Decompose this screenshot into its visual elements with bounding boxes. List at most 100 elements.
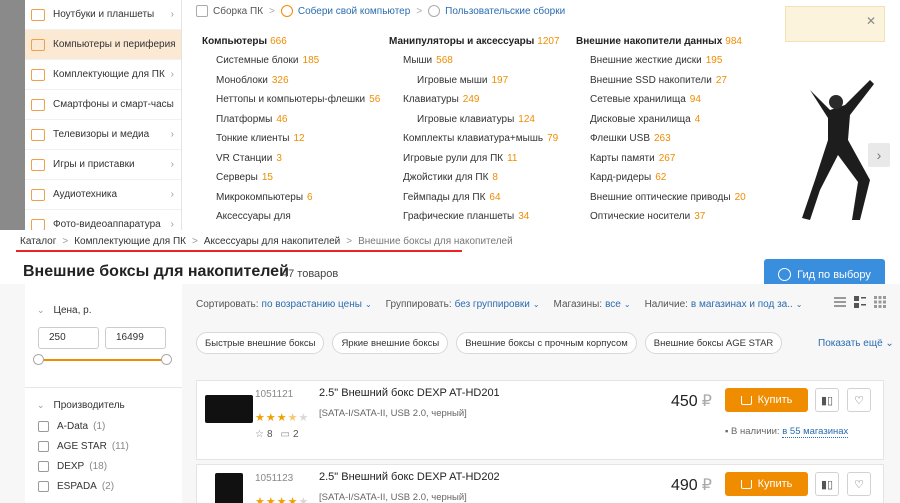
price-filter-title[interactable]: ⌄ Цена, р.	[37, 305, 92, 316]
catalog-menu-item[interactable]: Аудиотехника ›	[25, 180, 181, 210]
chip-rugged-boxes[interactable]: Внешние боксы с прочным корпусом	[456, 332, 637, 354]
product-price: 450 ₽	[671, 391, 712, 411]
checkbox[interactable]	[38, 441, 49, 452]
menu-subcategory-link[interactable]: Тонкие клиенты 12	[202, 129, 380, 149]
availability-dropdown[interactable]: в магазинах и под за..	[691, 299, 793, 310]
manufacturer-checkbox[interactable]: AGE STAR (11)	[38, 441, 129, 452]
menu-subcategory-link[interactable]: Платформы 46	[202, 110, 380, 130]
menu-subcategory-link[interactable]: Карты памяти 267	[576, 149, 746, 169]
product-count: 47 товаров	[282, 268, 339, 280]
compare-button[interactable]: ▮▯	[815, 388, 839, 412]
product-name[interactable]: 2.5" Внешний бокс DEXP AT-HD201	[319, 387, 500, 399]
product-image[interactable]	[205, 395, 253, 423]
catalog-menu-item[interactable]: Комплектующие для ПК ›	[25, 60, 181, 90]
catalog-menu-item[interactable]: Компьютеры и периферия ›	[25, 30, 181, 60]
product-name[interactable]: 2.5" Внешний бокс DEXP AT-HD202	[319, 471, 500, 483]
breadcrumb-catalog[interactable]: Каталог	[20, 236, 56, 247]
build-pc-link[interactable]: Сборка ПК	[213, 6, 263, 17]
catalog-menu-item[interactable]: Ноутбуки и планшеты ›	[25, 0, 181, 30]
comments-count[interactable]: 2	[293, 429, 299, 440]
breadcrumb-pc-components[interactable]: Комплектующие для ПК	[74, 236, 186, 247]
menu-subcategory-link[interactable]: Игровые рули для ПК 11	[389, 149, 560, 169]
list-view-icon[interactable]	[834, 296, 846, 308]
manufacturer-filter-title[interactable]: ⌄ Производитель	[37, 400, 125, 411]
detailed-view-icon[interactable]	[854, 296, 866, 308]
availability-stores-link[interactable]: в 55 магазинах	[782, 426, 849, 438]
menu-subcategory-link[interactable]: Флешки USB 263	[576, 129, 746, 149]
chip-agestar-boxes[interactable]: Внешние боксы AGE STAR	[644, 332, 783, 354]
reviews-count[interactable]: 8	[267, 429, 273, 440]
menu-subcategory-link[interactable]: Игровые мыши 197	[389, 71, 560, 91]
menu-subcategory-link[interactable]: Джойстики для ПК 8	[389, 168, 560, 188]
chevron-right-icon: ›	[170, 99, 174, 110]
menu-subcategory-link[interactable]: Внешние жесткие диски 195	[576, 51, 746, 71]
checkbox[interactable]	[38, 421, 49, 432]
checkbox[interactable]	[38, 461, 49, 472]
wishlist-button[interactable]: ♡	[847, 388, 871, 412]
star-outline-icon: ☆	[255, 429, 264, 440]
menu-column-title[interactable]: Компьютеры 666	[202, 33, 380, 51]
menu-subcategory-link[interactable]: Игровые клавиатуры 124	[389, 110, 560, 130]
menu-subcategory-link[interactable]: Комплекты клавиатура+мышь 79	[389, 129, 560, 149]
group-dropdown[interactable]: без группировки	[455, 299, 530, 310]
chip-fast-boxes[interactable]: Быстрые внешние боксы	[196, 332, 325, 354]
menu-subcategory-link[interactable]: Сетевые хранилища 94	[576, 90, 746, 110]
catalog-menu-item[interactable]: Фото-видеоаппаратура ›	[25, 210, 181, 230]
catalog-menu-item[interactable]: Смартфоны и смарт-часы ›	[25, 90, 181, 120]
menu-subcategory-link[interactable]: Геймпады для ПК 64	[389, 188, 560, 208]
price-slider-max-handle[interactable]	[161, 354, 172, 365]
show-more-link[interactable]: Показать ещё ⌄	[818, 338, 894, 349]
shops-dropdown[interactable]: все	[605, 299, 621, 310]
manufacturer-checkbox[interactable]: ESPADA (2)	[38, 481, 114, 492]
price-min-input[interactable]: 250	[38, 327, 99, 349]
catalog-menu-item-label: Ноутбуки и планшеты	[53, 9, 155, 20]
grid-view-icon[interactable]	[874, 296, 886, 308]
carousel-next-button[interactable]: ›	[868, 143, 890, 167]
menu-subcategory-link[interactable]: Неттопы и компьютеры-флешки 56	[202, 90, 380, 110]
camera-icon	[31, 218, 45, 230]
menu-column-title[interactable]: Внешние накопители данных 984	[576, 33, 746, 51]
product-card: 1051123 ★★★★★ 2.5" Внешний бокс DEXP AT-…	[196, 464, 884, 503]
compare-button[interactable]: ▮▯	[815, 472, 839, 496]
chip-bright-boxes[interactable]: Яркие внешние боксы	[332, 332, 449, 354]
buy-button[interactable]: Купить	[725, 472, 808, 496]
menu-subcategory-link[interactable]: Дисковые хранилища 4	[576, 110, 746, 130]
menu-subcategory-link[interactable]: Моноблоки 326	[202, 71, 380, 91]
catalog-menu-item[interactable]: Телевизоры и медиа ›	[25, 120, 181, 150]
menu-subcategory-link[interactable]: Внешние оптические приводы 20	[576, 188, 746, 208]
build-your-own-link[interactable]: Собери свой компьютер	[298, 6, 410, 17]
price-max-input[interactable]: 16499	[105, 327, 166, 349]
menu-subcategory-link[interactable]: Оптические носители 37	[576, 207, 746, 227]
close-icon[interactable]: ✕	[866, 14, 876, 28]
buy-button[interactable]: Купить	[725, 388, 808, 412]
price-slider-min-handle[interactable]	[33, 354, 44, 365]
menu-subcategory-link[interactable]: Серверы 15	[202, 168, 380, 188]
user-builds-link[interactable]: Пользовательские сборки	[445, 6, 565, 17]
menu-subcategory-label: Неттопы и компьютеры-флешки	[216, 94, 366, 105]
menu-subcategory-link[interactable]: Микрокомпьютеры 6	[202, 188, 380, 208]
wishlist-button[interactable]: ♡	[847, 472, 871, 496]
sort-toolbar: Сортировать: по возрастанию цены ⌄ Групп…	[196, 299, 816, 310]
menu-subcategory-link[interactable]: Внешние SSD накопители 27	[576, 71, 746, 91]
menu-subcategory-link[interactable]: Мыши 568	[389, 51, 560, 71]
menu-subcategory-link[interactable]: Графические планшеты 34	[389, 207, 560, 227]
sort-dropdown[interactable]: по возрастанию цены	[262, 299, 362, 310]
menu-subcategory-link[interactable]: Клавиатуры 249	[389, 90, 560, 110]
manufacturer-name: DEXP	[57, 461, 85, 472]
menu-column-title[interactable]: Манипуляторы и аксессуары 1207	[389, 33, 560, 51]
catalog-menu-item[interactable]: Игры и приставки ›	[25, 150, 181, 180]
chip-icon	[31, 68, 45, 81]
menu-subcategory-link[interactable]: Системные блоки 185	[202, 51, 380, 71]
menu-subcategory-label: Моноблоки	[216, 74, 268, 86]
menu-subcategory-link[interactable]: VR Станции 3	[202, 149, 380, 169]
menu-subcategory-count: 195	[705, 55, 723, 66]
menu-subcategory-link[interactable]: Аксессуары для	[202, 207, 380, 227]
checkbox[interactable]	[38, 481, 49, 492]
breadcrumb-storage-accessories[interactable]: Аксессуары для накопителей	[204, 236, 340, 247]
menu-subcategory-link[interactable]: Кард-ридеры 62	[576, 168, 746, 188]
manufacturer-checkbox[interactable]: A-Data (1)	[38, 421, 105, 432]
manufacturer-checkbox[interactable]: DEXP (18)	[38, 461, 107, 472]
currency-sign: ₽	[701, 393, 712, 410]
breadcrumb: Каталог > Комплектующие для ПК > Аксессу…	[20, 236, 513, 247]
product-image[interactable]	[215, 473, 243, 503]
